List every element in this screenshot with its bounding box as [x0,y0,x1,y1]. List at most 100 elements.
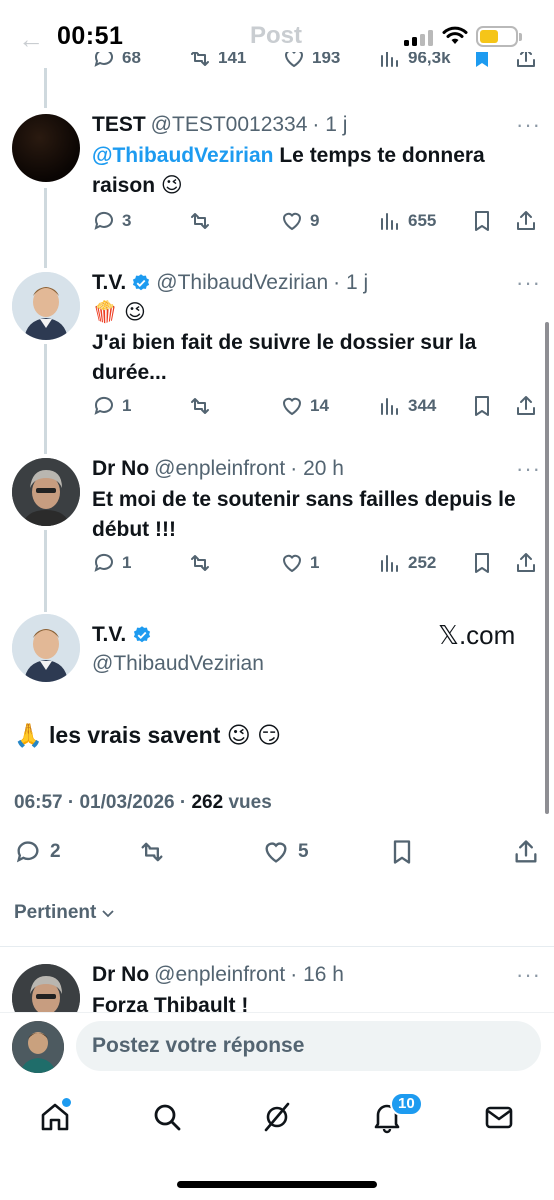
reply-icon[interactable] [92,394,116,418]
timestamp: · 1 j [312,113,348,136]
views-count: 344 [408,396,437,415]
avatar[interactable] [12,114,80,182]
verified-badge-icon [133,274,150,291]
like-icon[interactable] [280,551,304,575]
search-icon [154,1104,181,1131]
avatar[interactable] [12,458,80,526]
like-icon[interactable] [262,838,290,866]
user-avatar[interactable] [12,1021,64,1073]
tweet-actions: 1 1 252 [92,551,542,581]
reply-input[interactable]: Postez votre réponse [76,1021,541,1071]
grok-icon [264,1102,290,1132]
reply-count: 1 [122,553,132,572]
reply-count: 2 [50,841,61,862]
handle[interactable]: @ThibaudVezirian [156,271,328,295]
main-tweet-author: T.V. [92,623,152,647]
nav-messages[interactable] [482,1100,516,1134]
home-unread-dot [62,1098,71,1107]
handle[interactable]: @TEST0012334 [151,113,308,137]
bookmark-icon[interactable] [470,551,494,575]
tweet-header: TEST @TEST0012334 · 1 j [92,113,347,137]
display-name[interactable]: TEST [92,113,146,137]
nav-search[interactable] [150,1100,184,1134]
share-icon[interactable] [514,209,538,233]
tweet-header: T.V. @ThibaudVezirian · 1 j [92,271,368,295]
avatar[interactable] [12,614,80,682]
display-name[interactable]: T.V. [92,623,126,647]
notifications-badge: 10 [390,1092,423,1116]
repost-icon[interactable] [188,394,212,418]
tweet-text: J'ai bien fait de suivre le dossier sur … [92,331,477,384]
handle[interactable]: @enpleinfront [154,963,285,987]
verified-badge-icon [134,626,151,643]
nav-grok[interactable] [260,1100,294,1134]
reply-count: 3 [122,211,132,230]
thread-line [44,68,47,108]
mention-link[interactable]: @ThibaudVezirian [92,144,274,167]
repost-icon[interactable] [138,838,166,866]
tweet-emoji-line: 🍿 😉 [92,301,146,324]
thread-line [44,188,47,268]
tweet-text: Et moi de te soutenir sans failles depui… [92,488,516,541]
back-arrow-icon[interactable]: ← [18,24,44,55]
handle[interactable]: @enpleinfront [154,457,285,481]
thread-line [44,344,47,454]
like-count: 14 [310,396,329,415]
like-icon[interactable] [280,394,304,418]
like-count: 5 [298,841,309,862]
scrollbar[interactable] [545,322,549,814]
tweet-text: @ThibaudVezirian Le temps te donnera rai… [92,144,485,197]
main-tweet-datetime: 06:57 · 01/03/2026 · [14,792,192,813]
views-icon[interactable] [378,551,402,575]
views-icon[interactable] [378,394,402,418]
main-tweet-views[interactable]: 262 [191,792,223,813]
display-name[interactable]: Dr No [92,963,149,987]
mail-icon [485,1106,513,1129]
timestamp: · 20 h [290,457,344,480]
display-name[interactable]: T.V. [92,271,126,295]
like-count: 9 [310,211,320,230]
reply-icon[interactable] [92,551,116,575]
home-indicator [177,1181,377,1188]
reply-icon[interactable] [92,209,116,233]
more-options-icon[interactable]: ··· [516,270,541,296]
x-com-watermark: 𝕏.com [438,620,516,650]
share-icon[interactable] [514,551,538,575]
status-bar: ← Post 00:51 [0,0,554,72]
bookmark-icon[interactable] [470,209,494,233]
cellular-signal-icon [404,30,434,46]
repost-icon[interactable] [188,551,212,575]
sort-label: Pertinent [14,902,97,923]
sort-dropdown[interactable]: Pertinent [14,902,116,924]
main-tweet-text: 🙏 les vrais savent 😉 😏 [14,722,282,748]
wifi-icon [442,26,468,44]
like-icon[interactable] [280,209,304,233]
divider [0,946,554,947]
views-icon[interactable] [378,209,402,233]
like-count: 1 [310,553,320,572]
views-count: 252 [408,553,437,572]
bookmark-icon[interactable] [470,394,494,418]
share-icon[interactable] [512,838,540,866]
main-tweet-actions: 2 5 [0,838,554,870]
more-options-icon[interactable]: ··· [516,112,541,138]
handle[interactable]: @ThibaudVezirian [92,652,264,676]
battery-icon [476,26,518,47]
more-options-icon[interactable]: ··· [516,962,541,988]
main-tweet-meta: 06:57 · 01/03/2026 · 262 vues [14,792,272,813]
share-icon[interactable] [514,394,538,418]
reply-icon[interactable] [14,838,42,866]
display-name[interactable]: Dr No [92,457,149,481]
reply-composer: Postez votre réponse [0,1012,554,1080]
chevron-down-icon [102,910,114,918]
bookmark-icon[interactable] [388,838,416,866]
reply-count: 1 [122,396,132,415]
tweet-actions: 3 9 655 [92,209,542,239]
more-options-icon[interactable]: ··· [516,456,541,482]
tweet-header: Dr No @enpleinfront · 20 h [92,457,344,481]
avatar[interactable] [12,272,80,340]
header-title: Post [250,22,303,49]
repost-icon[interactable] [188,209,212,233]
thread-line [44,530,47,612]
tweet-header: Dr No @enpleinfront · 16 h [92,963,344,987]
